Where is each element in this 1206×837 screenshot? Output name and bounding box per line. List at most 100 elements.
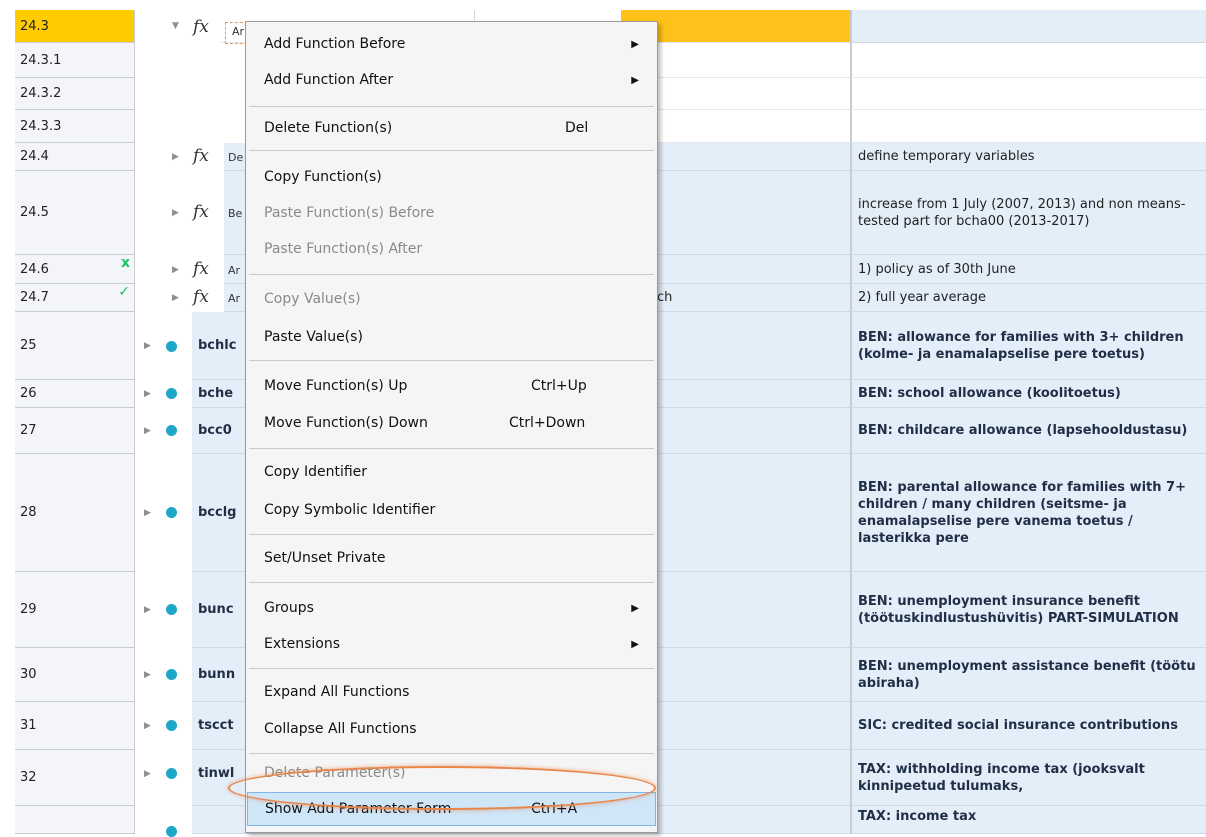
expand-arrow-icon[interactable]: ▶: [144, 342, 152, 351]
menu-item-paste-values[interactable]: Paste Value(s): [246, 319, 657, 355]
menu-item-set-unset-private[interactable]: Set/Unset Private: [246, 540, 657, 576]
description-cell[interactable]: BEN: parental allowance for families wit…: [850, 454, 1206, 572]
menu-item-copy-values[interactable]: Copy Value(s): [246, 281, 657, 317]
row-id: 24.5: [20, 205, 49, 220]
expand-arrow-icon[interactable]: ▶: [144, 770, 152, 779]
row-id-cell[interactable]: 26: [15, 380, 135, 408]
description-cell[interactable]: BEN: unemployment insurance benefit (töö…: [850, 572, 1206, 648]
row-id: 24.3.2: [20, 86, 62, 101]
expand-arrow-icon[interactable]: ▶: [144, 390, 152, 399]
row-id-cell[interactable]: 32: [15, 750, 135, 806]
description-text: BEN: unemployment assistance benefit (tö…: [858, 658, 1196, 691]
description-cell[interactable]: TAX: withholding income tax (jooksvalt k…: [850, 750, 1206, 806]
description-cell[interactable]: 1) policy as of 30th June: [850, 255, 1206, 284]
row-id: 26: [20, 386, 37, 401]
menu-item-copy-symbolic-identifier[interactable]: Copy Symbolic Identifier: [246, 492, 657, 528]
menu-item-paste-functions-before[interactable]: Paste Function(s) Before: [246, 195, 657, 231]
row-id-cell[interactable]: 24.6 x: [15, 255, 135, 284]
description-cell[interactable]: [850, 10, 1206, 43]
menu-separator: [249, 106, 654, 107]
menu-item-copy-functions[interactable]: Copy Function(s): [246, 159, 657, 195]
parameter-dot-icon: [166, 669, 177, 680]
function-name: Be: [228, 207, 243, 220]
description-cell[interactable]: [850, 110, 1206, 143]
description-text: 1) policy as of 30th June: [858, 261, 1016, 277]
row-id-cell[interactable]: [15, 806, 135, 834]
menu-item-label: Collapse All Functions: [264, 721, 417, 737]
menu-item-collapse-all-functions[interactable]: Collapse All Functions: [246, 711, 657, 747]
parameter-dot-icon: [166, 425, 177, 436]
expand-arrow-icon[interactable]: ▶: [144, 722, 152, 731]
menu-item-extensions[interactable]: Extensions ▶: [246, 626, 657, 662]
row-id-cell[interactable]: 31: [15, 702, 135, 750]
description-cell[interactable]: 2) full year average: [850, 284, 1206, 312]
function-name: Ar: [228, 264, 241, 277]
description-cell[interactable]: BEN: unemployment assistance benefit (tö…: [850, 648, 1206, 702]
expand-arrow-icon[interactable]: ▶: [172, 153, 180, 162]
description-cell[interactable]: define temporary variables: [850, 143, 1206, 171]
row-id-cell[interactable]: 24.3: [15, 10, 135, 43]
menu-separator: [249, 274, 654, 275]
row-id-cell[interactable]: 24.7 ✓: [15, 284, 135, 312]
expand-arrow-icon[interactable]: ▶: [144, 427, 152, 436]
row-id-cell[interactable]: 24.4: [15, 143, 135, 171]
description-cell[interactable]: BEN: allowance for families with 3+ chil…: [850, 312, 1206, 380]
menu-item-paste-functions-after[interactable]: Paste Function(s) After: [246, 231, 657, 267]
menu-item-label: Copy Value(s): [264, 291, 361, 307]
collapse-arrow-icon[interactable]: ▼: [172, 22, 180, 31]
description-text: TAX: withholding income tax (jooksvalt k…: [858, 761, 1145, 794]
menu-item-copy-identifier[interactable]: Copy Identifier: [246, 454, 657, 490]
expand-arrow-icon[interactable]: ▶: [144, 671, 152, 680]
menu-item-label: Copy Function(s): [264, 169, 382, 185]
row-id-cell[interactable]: 24.3.3: [15, 110, 135, 143]
row-id-cell[interactable]: 29: [15, 572, 135, 648]
menu-item-label: Delete Function(s): [264, 120, 393, 136]
row-id-cell[interactable]: 25: [15, 312, 135, 380]
row-id-cell[interactable]: 24.3.2: [15, 78, 135, 110]
menu-item-delete-functions[interactable]: Delete Function(s) Del: [246, 110, 657, 146]
menu-item-move-functions-up[interactable]: Move Function(s) Up Ctrl+Up: [246, 368, 657, 404]
menu-item-add-function-before[interactable]: Add Function Before ▶: [246, 26, 657, 62]
row-id-cell[interactable]: 28: [15, 454, 135, 572]
menu-item-label: Move Function(s) Down: [264, 415, 428, 431]
submenu-arrow-icon: ▶: [631, 602, 639, 614]
expand-arrow-icon[interactable]: ▶: [172, 209, 180, 218]
parameter-dot-icon: [166, 388, 177, 399]
menu-item-label: Copy Identifier: [264, 464, 368, 480]
row-id-cell[interactable]: 24.5: [15, 171, 135, 255]
menu-separator: [249, 668, 654, 669]
menu-separator: [249, 448, 654, 449]
parameter-dot-icon: [166, 507, 177, 518]
menu-item-expand-all-functions[interactable]: Expand All Functions: [246, 674, 657, 710]
row-id-cell[interactable]: 24.3.1: [15, 43, 135, 78]
description-cell[interactable]: [850, 78, 1206, 110]
expand-arrow-icon[interactable]: ▶: [172, 266, 180, 275]
row-id-cell[interactable]: 27: [15, 408, 135, 454]
menu-separator: [249, 753, 654, 754]
row-id: 27: [20, 423, 37, 438]
parameter-name: bunc: [198, 602, 234, 617]
function-icon: fx: [193, 287, 209, 307]
row-id: 30: [20, 667, 37, 682]
description-cell[interactable]: TAX: income tax: [850, 806, 1206, 834]
description-cell[interactable]: increase from 1 July (2007, 2013) and no…: [850, 171, 1206, 255]
description-text: define temporary variables: [858, 149, 1035, 164]
menu-item-add-function-after[interactable]: Add Function After ▶: [246, 62, 657, 98]
description-cell[interactable]: BEN: school allowance (koolitoetus): [850, 380, 1206, 408]
row-id-cell[interactable]: 30: [15, 648, 135, 702]
expand-arrow-icon[interactable]: ▶: [172, 294, 180, 303]
function-name: De: [228, 151, 244, 164]
description-cell[interactable]: [850, 43, 1206, 78]
row-id: 24.7: [20, 290, 49, 305]
parameter-name: bunn: [198, 667, 236, 682]
expand-arrow-icon[interactable]: ▶: [144, 509, 152, 518]
menu-item-move-functions-down[interactable]: Move Function(s) Down Ctrl+Down: [246, 405, 657, 441]
menu-item-label: Expand All Functions: [264, 684, 410, 700]
description-cell[interactable]: SIC: credited social insurance contribut…: [850, 702, 1206, 750]
description-cell[interactable]: BEN: childcare allowance (lapsehooldusta…: [850, 408, 1206, 454]
parameter-dot-icon: [166, 768, 177, 779]
expand-arrow-icon[interactable]: ▶: [144, 606, 152, 615]
menu-item-label: Add Function Before: [264, 36, 406, 52]
menu-item-groups[interactable]: Groups ▶: [246, 590, 657, 626]
row-id: 24.6: [20, 261, 49, 277]
